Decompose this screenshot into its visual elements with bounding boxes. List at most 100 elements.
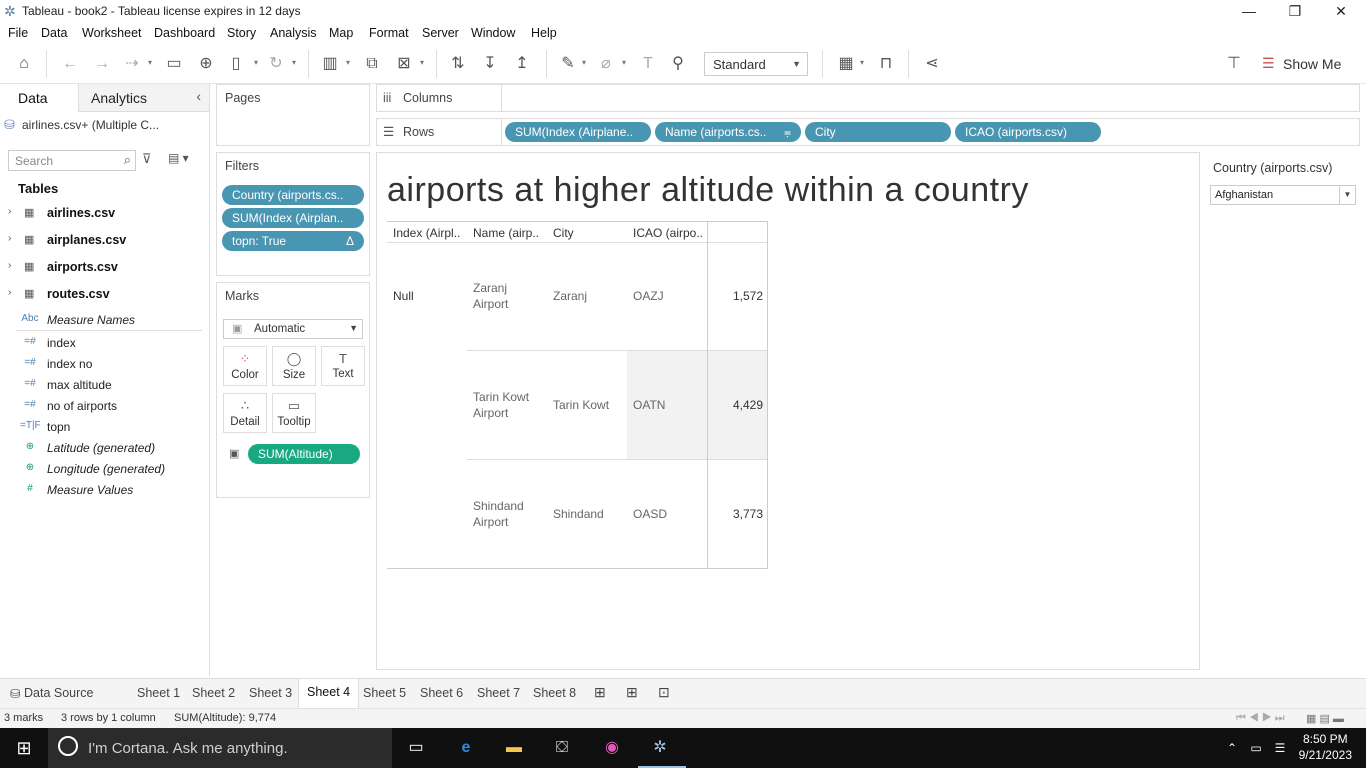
marks-pill[interactable]: SUM(Altitude): [248, 444, 360, 464]
tooltip-button[interactable]: ▭ Tooltip: [272, 393, 316, 433]
field-item[interactable]: =# no of airports: [0, 396, 208, 416]
app-icon[interactable]: ◉: [600, 738, 624, 758]
value-cell[interactable]: 1,572: [709, 289, 763, 303]
mark-type-select[interactable]: ▣ Automatic ▼: [223, 319, 363, 339]
tab-sheet-3[interactable]: Sheet 3: [249, 686, 292, 700]
chevron-right-icon[interactable]: ›: [8, 287, 11, 298]
share-icon[interactable]: ⋖: [922, 54, 942, 74]
tab-sheet-1[interactable]: Sheet 1: [137, 686, 180, 700]
chevron-right-icon[interactable]: ›: [8, 206, 11, 217]
filters-card[interactable]: Filters Country (airports.cs.. SUM(Index…: [216, 152, 370, 276]
fit-select[interactable]: Standard ▼: [704, 52, 808, 76]
chevron-right-icon[interactable]: ›: [8, 260, 11, 271]
view-options-icon[interactable]: ▤ ▾: [168, 151, 189, 165]
home-icon[interactable]: ⌂: [14, 54, 34, 74]
city-cell[interactable]: Zaranj: [553, 288, 587, 304]
format-painter-icon[interactable]: ⊤: [1224, 54, 1244, 74]
datasource-name[interactable]: airlines.csv+ (Multiple C...: [22, 118, 159, 132]
column-header[interactable]: Name (airp..: [473, 226, 539, 240]
text-button[interactable]: T Text: [321, 346, 365, 386]
filter-pill[interactable]: SUM(Index (Airplan..: [222, 208, 364, 228]
sort-ascending-icon[interactable]: ↧: [480, 54, 500, 74]
rows-pill[interactable]: ICAO (airports.csv): [955, 122, 1101, 142]
tab-sheet-6[interactable]: Sheet 6: [420, 686, 463, 700]
fix-axes-icon[interactable]: ⚲: [668, 54, 688, 74]
column-header[interactable]: City: [553, 226, 574, 240]
file-explorer-icon[interactable]: ▬: [502, 738, 526, 758]
menu-window[interactable]: Window: [471, 26, 515, 40]
value-cell[interactable]: 4,429: [709, 398, 763, 412]
replay-icon[interactable]: ⇢: [122, 54, 142, 74]
pages-card[interactable]: Pages: [216, 84, 370, 146]
rows-pill[interactable]: Name (airports.cs.. ⩦: [655, 122, 801, 142]
menu-format[interactable]: Format: [369, 26, 409, 40]
tab-analytics[interactable]: Analytics ‹: [78, 84, 209, 112]
sheet-sorter-icon[interactable]: ▦ ▤ ▬: [1306, 712, 1344, 725]
show-cards-icon[interactable]: ▦: [836, 54, 856, 74]
chevron-up-icon[interactable]: ⌃: [1220, 738, 1244, 758]
restore-button[interactable]: ❐: [1280, 2, 1310, 20]
city-cell[interactable]: Tarin Kowt: [553, 397, 609, 413]
new-worksheet-icon[interactable]: ▥: [320, 54, 340, 74]
search-icon[interactable]: ⌕: [124, 152, 131, 168]
save-icon[interactable]: ▭: [164, 54, 184, 74]
collapse-icon[interactable]: ‹: [196, 88, 201, 104]
icao-cell[interactable]: OATN: [633, 397, 665, 413]
edge-icon[interactable]: e: [454, 738, 478, 758]
new-worksheet-icon[interactable]: ⊞: [594, 684, 606, 701]
show-labels-icon[interactable]: T: [638, 54, 658, 74]
rows-shelf[interactable]: ☰ Rows SUM(Index (Airplane.. Name (airpo…: [376, 118, 1360, 146]
icao-cell[interactable]: OAZJ: [633, 288, 664, 304]
swap-rows-columns-icon[interactable]: ⇅: [448, 54, 468, 74]
sheet-nav-icon[interactable]: ⏮ ◀ ▶ ⏭: [1236, 712, 1285, 725]
clock[interactable]: 8:50 PM 9/21/2023: [1299, 731, 1352, 763]
city-cell[interactable]: Shindand: [553, 506, 604, 522]
menu-dashboard[interactable]: Dashboard: [154, 26, 215, 40]
undo-icon[interactable]: ←: [60, 54, 80, 74]
menu-help[interactable]: Help: [531, 26, 557, 40]
rows-pill[interactable]: SUM(Index (Airplane..: [505, 122, 651, 142]
column-header[interactable]: ICAO (airpo..: [633, 226, 703, 240]
chevron-right-icon[interactable]: ›: [8, 233, 11, 244]
field-item[interactable]: ⊕ Latitude (generated): [0, 438, 208, 458]
sort-descending-icon[interactable]: ↥: [512, 54, 532, 74]
field-item[interactable]: =# index: [0, 333, 208, 353]
icao-cell[interactable]: OASD: [633, 506, 667, 522]
index-cell[interactable]: Null: [393, 288, 414, 304]
search-input[interactable]: [9, 151, 109, 170]
menu-worksheet[interactable]: Worksheet: [82, 26, 142, 40]
menu-map[interactable]: Map: [329, 26, 353, 40]
name-cell[interactable]: Zaranj Airport: [473, 280, 543, 312]
field-item[interactable]: ⊕ Longitude (generated): [0, 459, 208, 479]
table-item[interactable]: › ▦ airplanes.csv: [0, 229, 208, 251]
filter-icon[interactable]: ⊽: [142, 151, 152, 167]
color-button[interactable]: ⁘ Color: [223, 346, 267, 386]
presentation-mode-icon[interactable]: ⊓: [876, 54, 896, 74]
windows-start-icon[interactable]: ⊞: [12, 738, 36, 758]
new-dashboard-icon[interactable]: ⊞: [626, 684, 638, 701]
duplicate-sheet-icon[interactable]: ⧉: [362, 54, 382, 74]
table-item[interactable]: › ▦ airlines.csv: [0, 202, 208, 224]
name-cell[interactable]: Tarin Kowt Airport: [473, 389, 545, 421]
refresh-icon[interactable]: ↻: [266, 54, 286, 74]
clear-sheet-icon[interactable]: ⊠: [394, 54, 414, 74]
tab-sheet-4[interactable]: Sheet 4: [298, 679, 360, 709]
minimize-button[interactable]: —: [1234, 2, 1264, 20]
menu-file[interactable]: File: [8, 26, 28, 40]
highlight-icon[interactable]: ✎: [558, 54, 578, 74]
field-item[interactable]: Abc Measure Names: [0, 310, 208, 330]
menu-data[interactable]: Data: [41, 26, 67, 40]
task-view-icon[interactable]: ▭: [404, 738, 428, 758]
menu-analysis[interactable]: Analysis: [270, 26, 317, 40]
network-icon[interactable]: ▭: [1244, 738, 1268, 758]
columns-shelf[interactable]: iii Columns: [376, 84, 1360, 112]
menu-story[interactable]: Story: [227, 26, 256, 40]
tab-sheet-7[interactable]: Sheet 7: [477, 686, 520, 700]
detail-button[interactable]: ∴ Detail: [223, 393, 267, 433]
rows-pill[interactable]: City: [805, 122, 951, 142]
show-me-button[interactable]: Show Me: [1283, 56, 1341, 72]
close-button[interactable]: ✕: [1326, 2, 1356, 20]
new-datasource-icon[interactable]: ⊕: [196, 54, 216, 74]
tableau-taskbar-icon[interactable]: ✲: [648, 738, 672, 758]
field-item[interactable]: =# max altitude: [0, 375, 208, 395]
